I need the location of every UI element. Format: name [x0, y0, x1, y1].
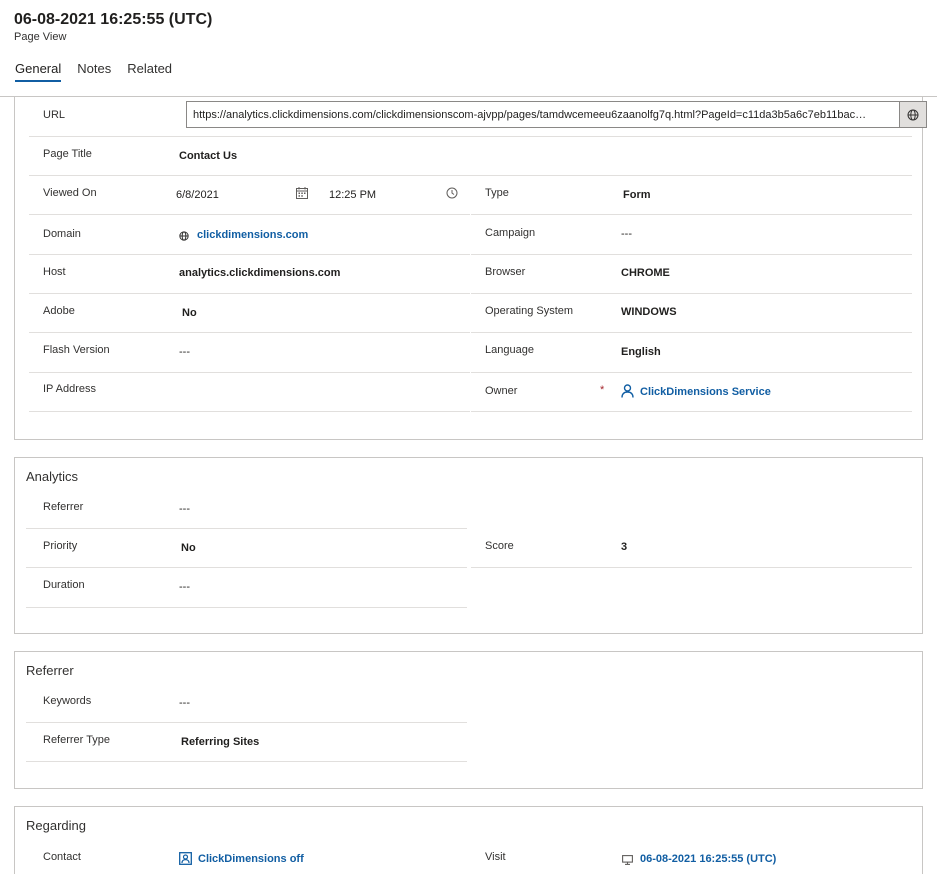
- calendar-icon[interactable]: [296, 187, 308, 199]
- adobe-value: No: [182, 307, 197, 319]
- owner-link[interactable]: ClickDimensions Service: [640, 386, 771, 398]
- flash-version-value: ---: [179, 346, 190, 358]
- url-field[interactable]: https://analytics.clickdimensions.com/cl…: [186, 101, 927, 128]
- adobe-label: Adobe: [43, 305, 75, 317]
- browser-row: Browser CHROME: [471, 255, 912, 294]
- owner-row: Owner * ClickDimensions Service: [471, 373, 912, 412]
- language-row: Language English: [471, 333, 912, 373]
- campaign-row: Campaign ---: [471, 216, 912, 255]
- ip-address-label: IP Address: [43, 383, 96, 395]
- language-label: Language: [485, 344, 534, 356]
- contact-row: Contact ClickDimensions off: [26, 843, 467, 874]
- priority-label: Priority: [43, 540, 78, 552]
- visit-link[interactable]: 06-08-2021 16:25:55 (UTC): [640, 853, 776, 865]
- computer-icon: [622, 855, 633, 865]
- host-value: analytics.clickdimensions.com: [179, 267, 341, 279]
- regarding-section: Regarding Contact ClickDimensions off Vi…: [14, 806, 923, 874]
- browser-value: CHROME: [621, 267, 670, 279]
- domain-label: Domain: [43, 228, 81, 240]
- host-label: Host: [43, 266, 66, 278]
- viewed-on-label: Viewed On: [43, 187, 97, 199]
- url-value: https://analytics.clickdimensions.com/cl…: [193, 109, 867, 121]
- visit-row: Visit 06-08-2021 16:25:55 (UTC): [471, 843, 912, 874]
- record-header: 06-08-2021 16:25:55 (UTC) Page View Gene…: [0, 0, 937, 97]
- duration-label: Duration: [43, 579, 85, 591]
- type-label: Type: [485, 187, 509, 199]
- tab-notes[interactable]: Notes: [77, 61, 111, 82]
- score-label: Score: [485, 540, 514, 552]
- owner-label: Owner: [485, 385, 518, 397]
- priority-value: No: [181, 542, 196, 554]
- os-value: WINDOWS: [621, 306, 677, 318]
- contact-link[interactable]: ClickDimensions off: [198, 853, 304, 865]
- os-label: Operating System: [485, 305, 574, 317]
- type-value: Form: [623, 189, 651, 201]
- referrer-section-title: Referrer: [26, 663, 74, 678]
- url-label: URL: [43, 109, 66, 121]
- domain-row: Domain clickdimensions.com: [29, 216, 470, 255]
- flash-version-row: Flash Version ---: [29, 333, 470, 373]
- domain-link[interactable]: clickdimensions.com: [197, 229, 308, 241]
- analytics-section-title: Analytics: [26, 469, 79, 484]
- referrer-type-row: Referrer Type Referring Sites: [26, 723, 467, 762]
- user-icon: [621, 384, 634, 398]
- adobe-row: Adobe No: [29, 294, 470, 333]
- host-row: Host analytics.clickdimensions.com: [29, 255, 470, 294]
- page-title: 06-08-2021 16:25:55 (UTC): [14, 11, 213, 28]
- language-value: English: [621, 346, 661, 358]
- duration-value: ---: [179, 581, 190, 593]
- campaign-label: Campaign: [485, 227, 536, 239]
- analytics-section: Analytics Referrer --- Priority No Score…: [14, 457, 923, 634]
- os-row: Operating System WINDOWS: [471, 294, 912, 333]
- contact-icon: [179, 852, 192, 865]
- browser-label: Browser: [485, 266, 526, 278]
- referrer-section: Referrer Keywords --- Referrer Type Refe…: [14, 651, 923, 789]
- duration-row: Duration ---: [26, 568, 467, 608]
- tab-related[interactable]: Related: [127, 61, 172, 82]
- visit-label: Visit: [485, 851, 506, 863]
- page-title-row: Page Title Contact Us: [29, 137, 912, 176]
- keywords-value: ---: [179, 697, 190, 709]
- priority-row: Priority No: [26, 529, 467, 568]
- score-row: Score 3: [471, 529, 912, 568]
- clock-icon[interactable]: [446, 187, 458, 199]
- regarding-section-title: Regarding: [26, 818, 86, 833]
- score-value: 3: [621, 541, 628, 553]
- page-title-value: Contact Us: [179, 150, 238, 162]
- general-section: URL https://analytics.clickdimensions.co…: [14, 97, 927, 440]
- ip-address-row: IP Address: [29, 373, 470, 412]
- contact-label: Contact: [43, 851, 81, 863]
- keywords-row: Keywords ---: [26, 684, 467, 723]
- referrer-type-label: Referrer Type: [43, 734, 111, 746]
- page-title-label: Page Title: [43, 148, 92, 160]
- tab-list: General Notes Related: [15, 61, 188, 82]
- referrer-field-row: Referrer ---: [26, 490, 467, 529]
- viewed-on-row: Viewed On 6/8/2021 12:25 PM: [29, 176, 470, 215]
- referrer-field-value: ---: [179, 503, 190, 515]
- globe-icon: [907, 109, 919, 120]
- campaign-value: ---: [621, 228, 632, 240]
- viewed-on-time[interactable]: 12:25 PM: [329, 189, 376, 201]
- referrer-field-label: Referrer: [43, 501, 84, 513]
- flash-version-label: Flash Version: [43, 344, 110, 356]
- viewed-on-date[interactable]: 6/8/2021: [176, 189, 219, 201]
- required-indicator: *: [600, 384, 605, 396]
- open-url-button[interactable]: [899, 102, 926, 127]
- referrer-type-value: Referring Sites: [181, 736, 260, 748]
- url-row: URL https://analytics.clickdimensions.co…: [29, 97, 927, 137]
- type-row: Type Form: [471, 176, 912, 215]
- tab-general[interactable]: General: [15, 61, 62, 82]
- globe-icon: [179, 231, 189, 241]
- keywords-label: Keywords: [43, 695, 92, 707]
- entity-type: Page View: [14, 31, 67, 43]
